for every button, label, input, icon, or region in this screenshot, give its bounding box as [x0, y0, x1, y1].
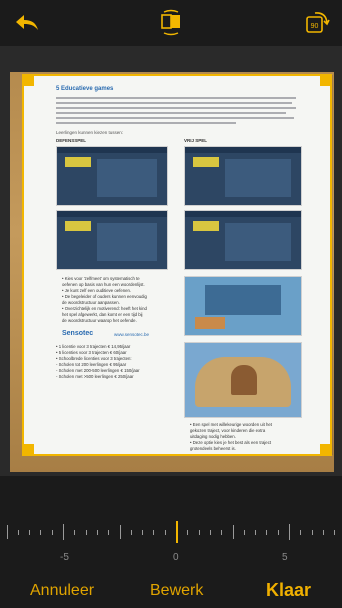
crop-handle-top-right[interactable] — [320, 74, 332, 86]
ruler-tick — [153, 529, 155, 535]
ruler-tick — [322, 529, 324, 535]
ruler-tick — [142, 529, 144, 535]
edit-button[interactable]: Bewerk — [150, 582, 203, 600]
ruler-tick — [130, 529, 132, 535]
rotation-ruler[interactable] — [0, 476, 342, 568]
ruler-tick — [187, 529, 189, 535]
ruler-label-minus-5: -5 — [60, 552, 69, 563]
ruler-tick — [334, 529, 336, 535]
ruler-tick — [51, 529, 53, 535]
ruler-tick — [232, 525, 234, 539]
ruler-tick — [108, 529, 110, 535]
svg-text:90: 90 — [311, 23, 319, 30]
color-filter-icon[interactable] — [156, 8, 186, 38]
ruler-tick — [221, 529, 223, 535]
ruler-tick — [29, 529, 31, 535]
ruler-tick — [119, 525, 121, 539]
ruler-tick — [311, 529, 313, 535]
ruler-tick — [63, 524, 64, 540]
crop-handle-top-left[interactable] — [22, 74, 34, 86]
ruler-tick — [277, 529, 279, 535]
scan-preview: 5 Educatieve games Leerlingen kunnen kie… — [0, 46, 342, 476]
ruler-tick — [96, 529, 98, 535]
ruler-tick — [40, 529, 42, 535]
ruler-tick — [289, 524, 290, 540]
crop-frame[interactable] — [22, 74, 332, 456]
crop-handle-bottom-right[interactable] — [320, 444, 332, 456]
back-arrow-icon[interactable] — [12, 8, 42, 38]
ruler-label-0: 0 — [173, 552, 179, 563]
ruler-tick — [255, 529, 257, 535]
ruler-tick — [6, 525, 8, 539]
cancel-button[interactable]: Annuleer — [30, 582, 94, 600]
bottom-action-bar: Annuleer Bewerk Klaar — [0, 568, 342, 608]
done-button[interactable]: Klaar — [266, 580, 311, 601]
rotate-90-icon[interactable]: 90 — [302, 8, 332, 38]
ruler-tick — [266, 529, 268, 535]
ruler-tick — [176, 521, 178, 543]
ruler-tick — [198, 529, 200, 535]
crop-handle-bottom-left[interactable] — [22, 444, 34, 456]
ruler-tick — [17, 529, 19, 535]
ruler-tick — [74, 529, 76, 535]
ruler-tick — [300, 529, 302, 535]
ruler-tick — [243, 529, 245, 535]
ruler-tick — [85, 529, 87, 535]
top-toolbar: 90 — [0, 0, 342, 46]
ruler-label-5: 5 — [282, 552, 288, 563]
ruler-tick — [164, 529, 166, 535]
ruler-tick — [209, 529, 211, 535]
